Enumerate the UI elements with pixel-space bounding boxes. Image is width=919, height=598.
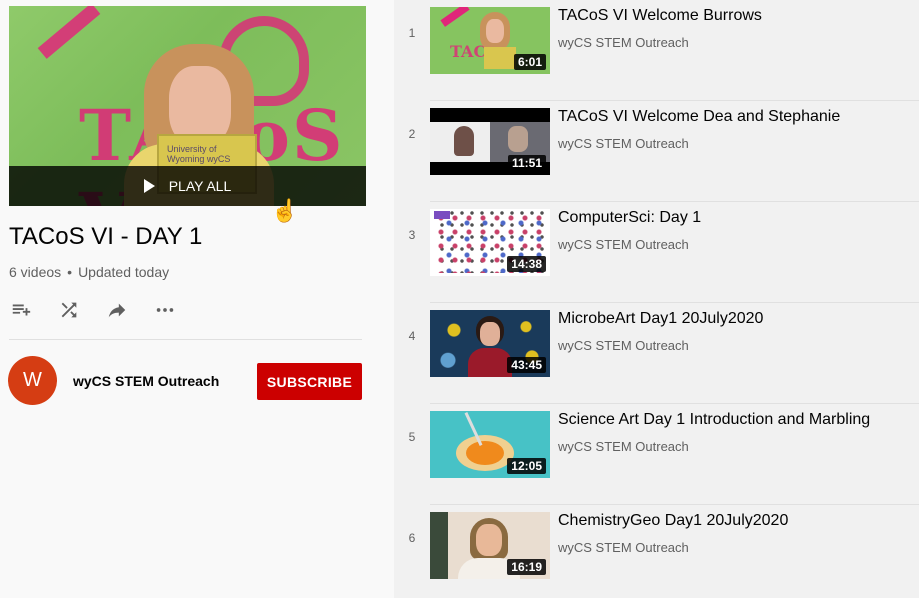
video-row[interactable]: 1 TACo 6:01 TACoS VI Welcome Burrows wyC…: [394, 0, 919, 101]
video-duration: 16:19: [507, 559, 546, 575]
stats-separator: •: [67, 264, 73, 280]
video-channel[interactable]: wyCS STEM Outreach: [558, 338, 689, 353]
video-title[interactable]: MicrobeArt Day1 20July2020: [558, 310, 763, 328]
playlist-actions: [9, 298, 201, 322]
video-thumbnail[interactable]: 11:51: [430, 108, 550, 175]
video-thumbnail[interactable]: 16:19: [430, 512, 550, 579]
subscribe-button[interactable]: SUBSCRIBE: [257, 363, 362, 400]
channel-name[interactable]: wyCS STEM Outreach: [73, 373, 219, 389]
video-row[interactable]: 3 14:38 ComputerSci: Day 1 wyCS STEM Out…: [394, 202, 919, 303]
video-row[interactable]: 2 11:51 TACoS VI Welcome Dea and Stephan…: [394, 101, 919, 202]
playlist-title: TACoS VI - DAY 1: [9, 223, 203, 250]
video-count: 6 videos: [9, 264, 62, 280]
video-channel[interactable]: wyCS STEM Outreach: [558, 136, 689, 151]
video-index: 1: [408, 26, 416, 40]
video-channel[interactable]: wyCS STEM Outreach: [558, 237, 689, 252]
video-duration: 14:38: [507, 256, 546, 272]
playlist-stats: 6 videos • Updated today: [9, 264, 169, 280]
playlist-video-list: 1 TACo 6:01 TACoS VI Welcome Burrows wyC…: [394, 0, 919, 598]
updated-text: Updated today: [78, 264, 170, 280]
shuffle-icon[interactable]: [57, 298, 81, 322]
channel-avatar[interactable]: W: [8, 356, 57, 405]
video-index: 6: [408, 531, 416, 545]
video-index: 2: [408, 127, 416, 141]
video-title[interactable]: TACoS VI Welcome Dea and Stephanie: [558, 108, 840, 126]
video-thumbnail[interactable]: 12:05: [430, 411, 550, 478]
play-icon: [143, 179, 155, 193]
video-duration: 11:51: [507, 155, 546, 171]
video-thumbnail[interactable]: 43:45: [430, 310, 550, 377]
playlist-sidebar: TACoS V University of Wyoming wyCS PLAY …: [0, 0, 394, 598]
video-duration: 43:45: [507, 357, 546, 373]
video-row[interactable]: 4 43:45 MicrobeArt Day1 20July2020 wyCS …: [394, 303, 919, 404]
shirt-brush-graphic: [37, 6, 101, 59]
video-duration: 12:05: [507, 458, 546, 474]
video-row[interactable]: 6 16:19 ChemistryGeo Day1 20July2020 wyC…: [394, 505, 919, 598]
video-channel[interactable]: wyCS STEM Outreach: [558, 439, 689, 454]
video-index: 5: [408, 430, 416, 444]
play-all-button[interactable]: PLAY ALL: [9, 166, 366, 206]
divider: [9, 339, 362, 340]
more-icon[interactable]: [153, 298, 177, 322]
video-duration: 6:01: [513, 54, 546, 70]
video-index: 3: [408, 228, 416, 242]
playlist-hero-thumbnail[interactable]: TACoS V University of Wyoming wyCS PLAY …: [9, 6, 366, 206]
video-thumbnail[interactable]: TACo 6:01: [430, 7, 550, 74]
video-channel[interactable]: wyCS STEM Outreach: [558, 35, 689, 50]
video-row[interactable]: 5 12:05 Science Art Day 1 Introduction a…: [394, 404, 919, 505]
video-channel[interactable]: wyCS STEM Outreach: [558, 540, 689, 555]
hand-cursor-icon: ☝: [271, 198, 299, 223]
video-thumbnail[interactable]: 14:38: [430, 209, 550, 276]
video-title[interactable]: TACoS VI Welcome Burrows: [558, 7, 762, 25]
play-all-label: PLAY ALL: [168, 178, 232, 194]
video-index: 4: [408, 329, 416, 343]
video-title[interactable]: ChemistryGeo Day1 20July2020: [558, 512, 788, 530]
video-title[interactable]: ComputerSci: Day 1: [558, 209, 701, 227]
add-to-queue-icon[interactable]: [9, 298, 33, 322]
share-icon[interactable]: [105, 298, 129, 322]
video-title[interactable]: Science Art Day 1 Introduction and Marbl…: [558, 411, 870, 429]
